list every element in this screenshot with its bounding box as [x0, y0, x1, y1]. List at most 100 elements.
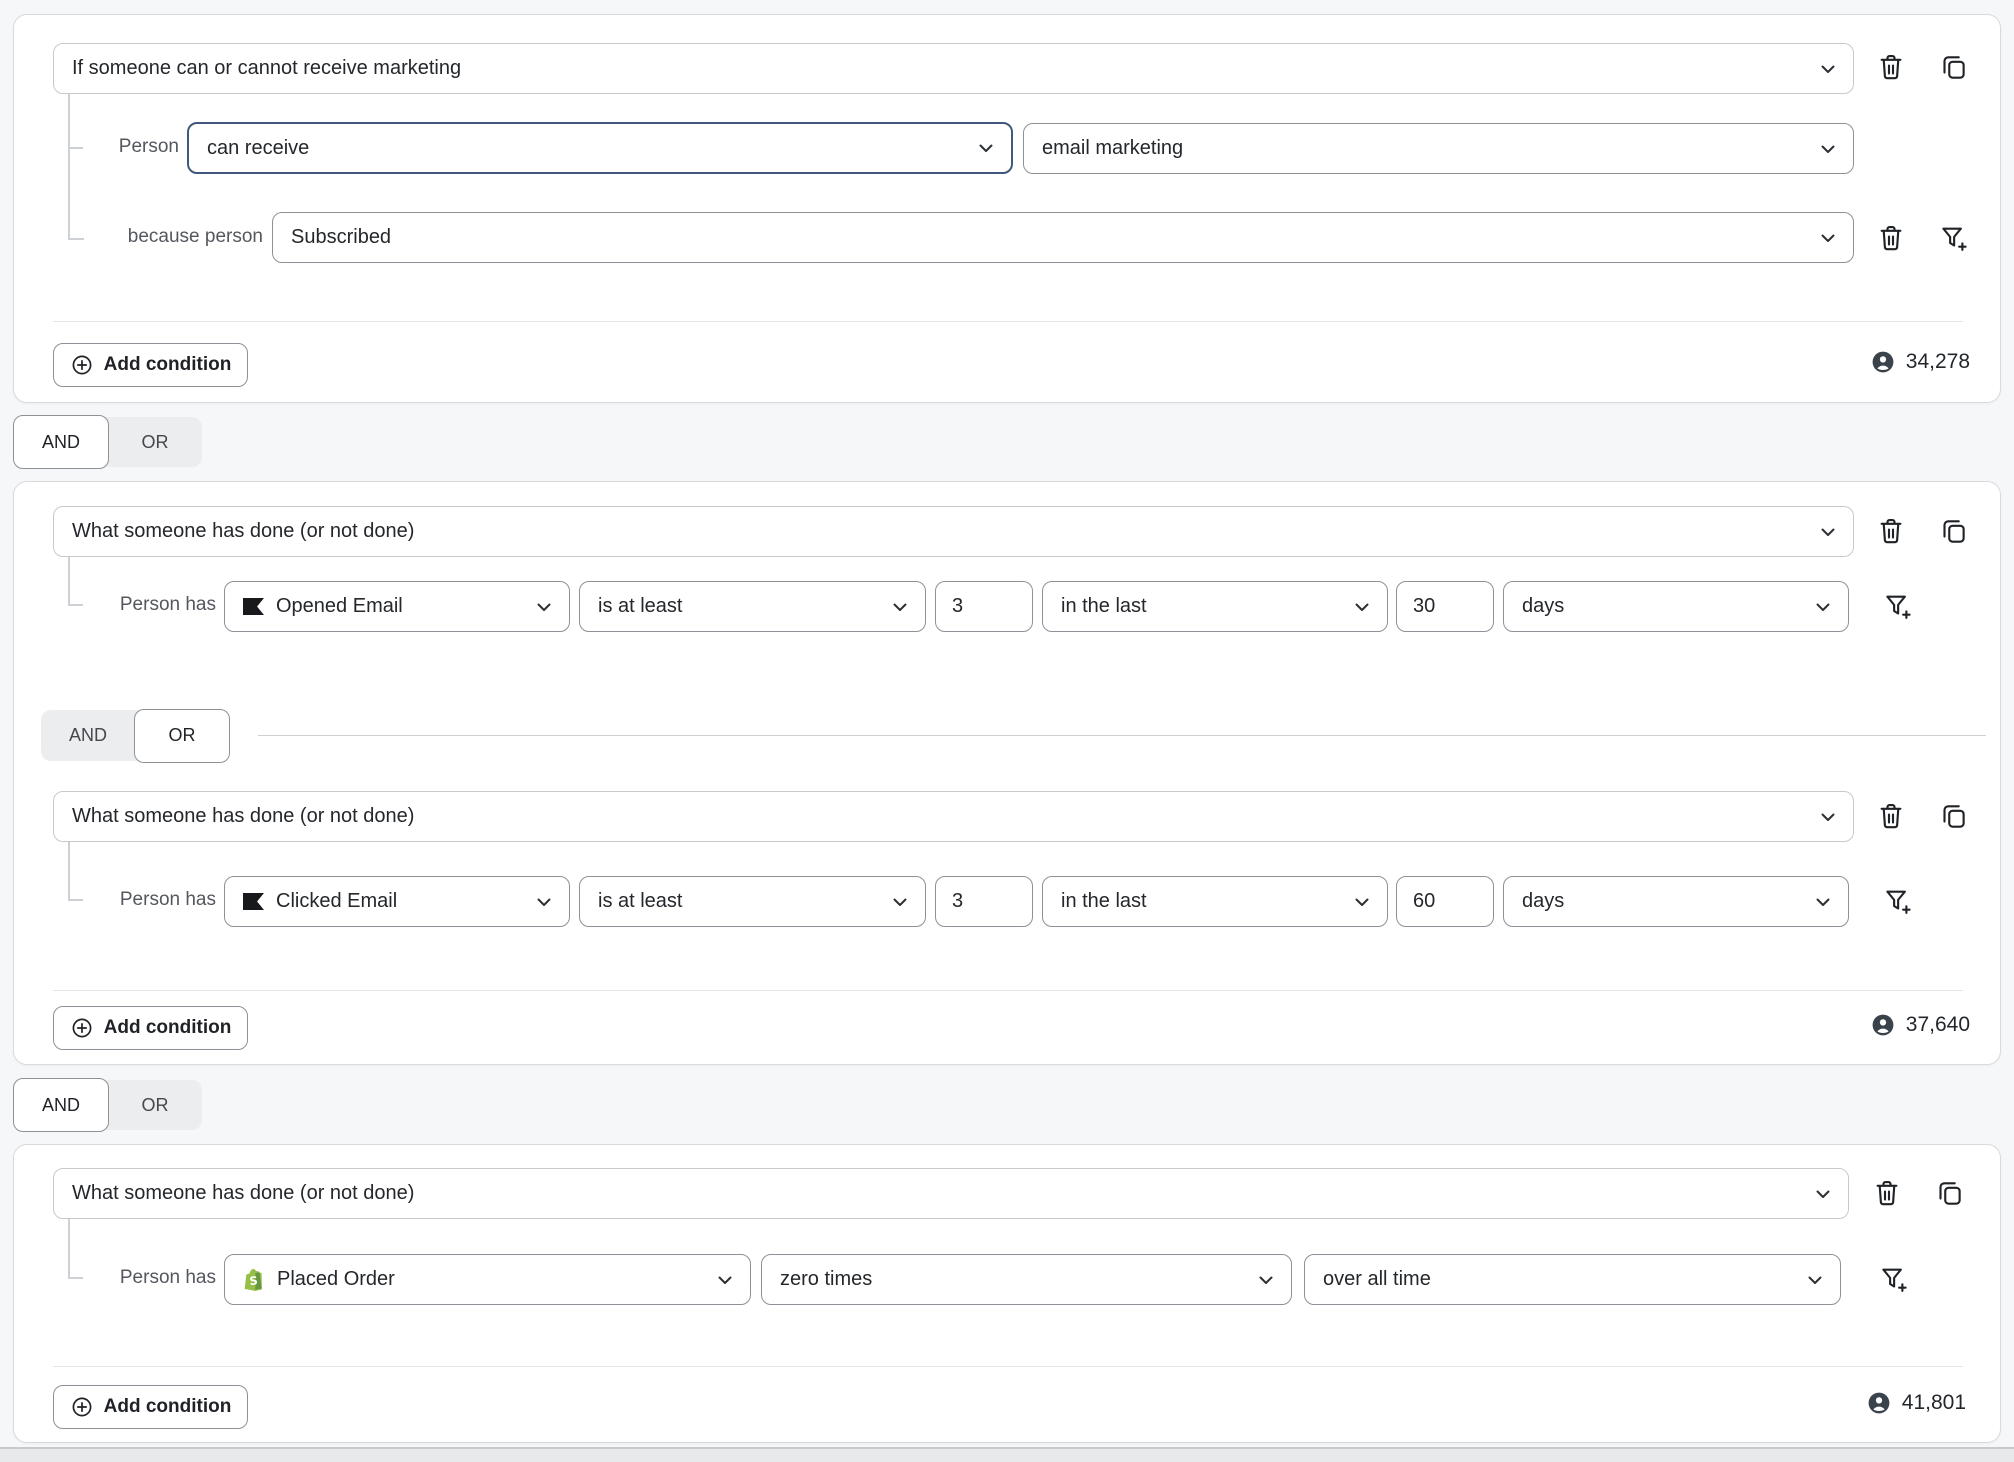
chevron-down-icon: [1803, 1268, 1827, 1292]
comparator-value: zero times: [780, 1268, 873, 1290]
comparator-value: is at least: [598, 595, 683, 617]
chevron-down-icon: [888, 595, 912, 619]
page-bottom-edge: [0, 1447, 2014, 1462]
and-toggle-button[interactable]: AND: [41, 711, 135, 761]
add-condition-button[interactable]: Add condition: [53, 1006, 248, 1050]
chevron-down-icon: [532, 890, 556, 914]
condition-type-select[interactable]: What someone has done (or not done): [53, 1168, 1849, 1219]
and-toggle-button[interactable]: AND: [13, 415, 109, 469]
event-select[interactable]: Clicked Email: [224, 876, 570, 927]
condition-group-marketing: If someone can or cannot receive marketi…: [13, 14, 2001, 403]
chevron-down-icon: [1816, 137, 1840, 161]
condition-type-value: If someone can or cannot receive marketi…: [72, 57, 462, 79]
comparator-select[interactable]: is at least: [579, 876, 926, 927]
condition-group-orders: What someone has done (or not done) Pers…: [13, 1144, 2001, 1443]
add-condition-button[interactable]: Add condition: [53, 343, 248, 387]
timeframe-select[interactable]: in the last: [1042, 581, 1388, 632]
copy-icon: [1939, 801, 1969, 831]
chevron-down-icon: [713, 1268, 737, 1292]
add-condition-button[interactable]: Add condition: [53, 1385, 248, 1429]
delete-condition-button[interactable]: [1875, 800, 1907, 832]
copy-icon: [1939, 52, 1969, 82]
or-group-line: [258, 735, 1986, 736]
duplicate-condition-button[interactable]: [1938, 800, 1970, 832]
add-filter-button[interactable]: [1878, 1263, 1910, 1295]
add-filter-button[interactable]: [1882, 590, 1914, 622]
time-unit-select[interactable]: days: [1503, 876, 1849, 927]
quantity-input[interactable]: [935, 581, 1033, 632]
chevron-down-icon: [1350, 595, 1374, 619]
quantity-input[interactable]: [935, 876, 1033, 927]
event-value: Clicked Email: [276, 890, 398, 912]
tree-connector-line: [68, 94, 70, 240]
timeframe-value: in the last: [1061, 890, 1147, 912]
person-circle-icon: [1866, 1390, 1892, 1416]
add-filter-button[interactable]: [1938, 222, 1970, 254]
window-amount-input[interactable]: [1396, 581, 1494, 632]
delete-condition-button[interactable]: [1875, 51, 1907, 83]
marketing-operator-value: can receive: [207, 136, 310, 159]
add-filter-button[interactable]: [1882, 885, 1914, 917]
condition-type-select[interactable]: If someone can or cannot receive marketi…: [53, 43, 1854, 94]
condition-type-value: What someone has done (or not done): [72, 1182, 415, 1204]
add-condition-label: Add condition: [103, 1017, 232, 1038]
filter-plus-icon: [1879, 1264, 1909, 1294]
duplicate-condition-button[interactable]: [1934, 1177, 1966, 1209]
logic-toggle-bottom: AND OR: [13, 1078, 202, 1132]
time-unit-value: days: [1522, 890, 1565, 912]
person-has-label: Person has: [119, 1267, 216, 1288]
marketing-channel-select[interactable]: email marketing: [1023, 123, 1854, 174]
klaviyo-flag-icon: [243, 598, 264, 615]
or-toggle-button[interactable]: OR: [108, 1080, 202, 1130]
trash-icon: [1872, 1178, 1902, 1208]
condition-group-engagement: What someone has done (or not done) Pers…: [13, 481, 2001, 1065]
comparator-select[interactable]: zero times: [761, 1254, 1292, 1305]
delete-row-button[interactable]: [1875, 222, 1907, 254]
chevron-down-icon: [1816, 520, 1840, 544]
event-select[interactable]: S Placed Order: [224, 1254, 751, 1305]
condition-type-value: What someone has done (or not done): [72, 805, 415, 827]
marketing-channel-value: email marketing: [1042, 137, 1184, 159]
card-divider: [53, 321, 1963, 322]
condition-type-select[interactable]: What someone has done (or not done): [53, 506, 1854, 557]
chevron-down-icon: [1811, 1182, 1835, 1206]
trash-icon: [1876, 223, 1906, 253]
chevron-down-icon: [1254, 1268, 1278, 1292]
chevron-down-icon: [1816, 226, 1840, 250]
event-select[interactable]: Opened Email: [224, 581, 570, 632]
chevron-down-icon: [888, 890, 912, 914]
duplicate-condition-button[interactable]: [1938, 51, 1970, 83]
delete-condition-button[interactable]: [1875, 515, 1907, 547]
comparator-value: is at least: [598, 890, 683, 912]
logic-toggle-inner: AND OR: [41, 708, 230, 763]
delete-condition-button[interactable]: [1871, 1177, 1903, 1209]
chevron-down-icon: [974, 136, 998, 160]
consent-reason-value: Subscribed: [291, 226, 392, 248]
card-divider: [53, 1366, 1963, 1367]
marketing-operator-select[interactable]: can receive: [187, 122, 1013, 174]
filter-plus-icon: [1883, 886, 1913, 916]
person-has-label: Person has: [119, 594, 216, 615]
window-amount-input[interactable]: [1396, 876, 1494, 927]
and-toggle-button[interactable]: AND: [13, 1078, 109, 1132]
timeframe-select[interactable]: in the last: [1042, 876, 1388, 927]
or-toggle-button[interactable]: OR: [134, 708, 230, 763]
chevron-down-icon: [532, 595, 556, 619]
time-unit-select[interactable]: days: [1503, 581, 1849, 632]
audience-count-value: 37,640: [1905, 1013, 1970, 1036]
copy-icon: [1939, 516, 1969, 546]
card-divider: [53, 990, 1963, 991]
audience-count: 41,801: [1866, 1390, 1966, 1416]
duplicate-condition-button[interactable]: [1938, 515, 1970, 547]
consent-reason-select[interactable]: Subscribed: [272, 212, 1854, 263]
or-toggle-button[interactable]: OR: [108, 417, 202, 467]
timeframe-select[interactable]: over all time: [1304, 1254, 1841, 1305]
timeframe-value: in the last: [1061, 595, 1147, 617]
person-row-label: Person: [118, 136, 179, 157]
chevron-down-icon: [1350, 890, 1374, 914]
condition-type-select[interactable]: What someone has done (or not done): [53, 791, 1854, 842]
plus-circle-icon: [70, 1395, 94, 1419]
comparator-select[interactable]: is at least: [579, 581, 926, 632]
person-circle-icon: [1870, 1012, 1896, 1038]
event-value: Placed Order: [277, 1268, 395, 1290]
